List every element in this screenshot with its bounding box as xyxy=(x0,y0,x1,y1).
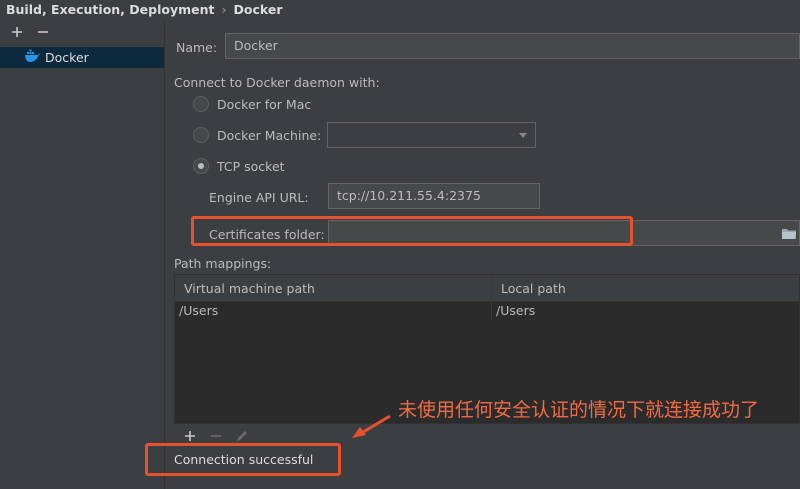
annotation-arrow-icon xyxy=(352,414,391,438)
name-label: Name: xyxy=(176,40,218,55)
docker-whale-icon xyxy=(24,49,40,66)
remove-mapping-icon[interactable] xyxy=(208,428,224,444)
breadcrumb-parent[interactable]: Build, Execution, Deployment xyxy=(6,2,214,17)
path-mappings-toolbar xyxy=(174,423,800,448)
tree-item-docker[interactable]: Docker xyxy=(0,47,164,68)
cell-local-path[interactable]: /Users xyxy=(492,302,799,320)
table-row[interactable]: /Users /Users xyxy=(175,302,799,320)
docker-settings-page: Build, Execution, Deployment › Docker Do… xyxy=(0,0,800,489)
docker-machine-dropdown[interactable] xyxy=(327,122,536,148)
radio-tcp-socket[interactable]: TCP socket xyxy=(193,158,285,174)
connection-status: Connection successful xyxy=(174,452,314,467)
column-header-virtual-machine-path[interactable]: Virtual machine path xyxy=(175,275,492,302)
radio-label: Docker Machine: xyxy=(217,127,322,143)
cell-virtual-machine-path[interactable]: /Users xyxy=(175,302,492,320)
radio-docker-for-mac[interactable]: Docker for Mac xyxy=(193,96,311,112)
name-field[interactable]: Docker xyxy=(225,33,800,59)
column-header-local-path[interactable]: Local path xyxy=(492,275,799,302)
breadcrumb: Build, Execution, Deployment › Docker xyxy=(0,0,800,20)
engine-api-url-field[interactable]: tcp://10.211.55.4:2375 xyxy=(328,183,540,209)
radio-selected-dot xyxy=(198,163,204,169)
tree-item-label: Docker xyxy=(45,50,89,65)
certificates-folder-label: Certificates folder: xyxy=(209,227,325,242)
certificates-folder-field[interactable] xyxy=(328,220,800,246)
docker-tree-panel: Docker xyxy=(0,20,165,489)
radio-button[interactable] xyxy=(193,158,209,174)
add-mapping-icon[interactable] xyxy=(182,428,198,444)
breadcrumb-separator: › xyxy=(221,2,227,17)
path-mappings-label: Path mappings: xyxy=(174,256,272,271)
radio-button[interactable] xyxy=(193,127,209,143)
connect-label: Connect to Docker daemon with: xyxy=(174,75,380,90)
table-header: Virtual machine path Local path xyxy=(175,275,799,302)
radio-docker-machine[interactable]: Docker Machine: xyxy=(193,127,321,143)
breadcrumb-current: Docker xyxy=(233,2,283,17)
tree-toolbar xyxy=(0,20,164,44)
folder-icon[interactable] xyxy=(781,227,797,243)
annotation-text: 未使用任何安全认证的情况下就连接成功了 xyxy=(398,399,760,421)
edit-pencil-icon[interactable] xyxy=(234,428,250,444)
remove-icon[interactable] xyxy=(35,24,51,40)
radio-label: Docker for Mac xyxy=(217,96,312,112)
radio-button[interactable] xyxy=(193,96,209,112)
radio-label: TCP socket xyxy=(217,158,285,174)
chevron-down-icon xyxy=(519,133,527,138)
engine-api-url-label: Engine API URL: xyxy=(209,190,309,205)
add-icon[interactable] xyxy=(9,24,25,40)
